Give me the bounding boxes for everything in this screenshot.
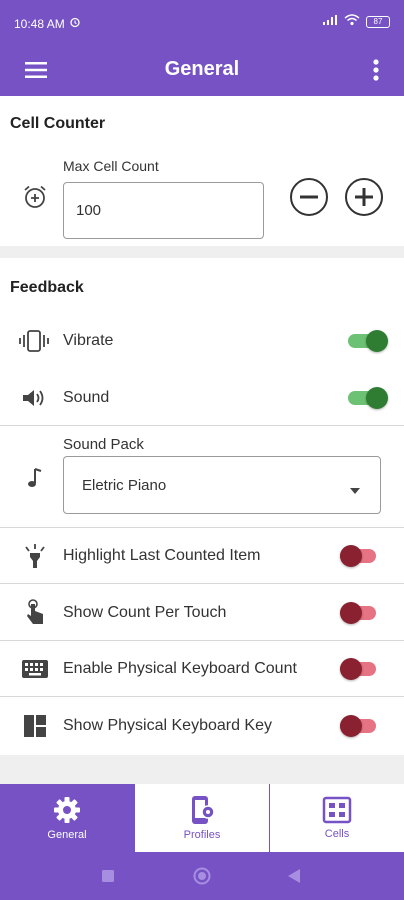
increment-button[interactable]: [345, 178, 383, 216]
highlight-label: Highlight Last Counted Item: [63, 547, 261, 564]
max-cell-count-value: 100: [76, 202, 102, 219]
keyboard-key-label: Show Physical Keyboard Key: [63, 717, 272, 734]
cell-counter-section-title: Cell Counter: [10, 115, 106, 132]
divider: [0, 696, 404, 697]
keyboard-key-toggle[interactable]: [340, 715, 380, 737]
recents-button[interactable]: [100, 868, 116, 884]
keyboard-count-toggle[interactable]: [340, 658, 380, 680]
nav-general[interactable]: General: [0, 784, 134, 852]
plus-icon: [355, 188, 373, 206]
vibrate-toggle[interactable]: [348, 330, 388, 352]
signal-icon: [322, 14, 338, 29]
section-separator: [0, 755, 404, 784]
divider: [0, 583, 404, 584]
decrement-button[interactable]: [290, 178, 328, 216]
sound-pack-label: Sound Pack: [63, 436, 144, 453]
keyboard-count-label: Enable Physical Keyboard Count: [63, 660, 297, 677]
minus-icon: [300, 195, 318, 199]
nav-profiles[interactable]: Profiles: [135, 784, 269, 852]
page-title: General: [164, 58, 240, 80]
status-time: 10:48 AM: [14, 16, 65, 31]
vibrate-icon: [18, 328, 50, 354]
volume-icon: [20, 386, 48, 410]
vibrate-label: Vibrate: [63, 332, 114, 349]
highlight-icon: [22, 542, 48, 570]
divider: [0, 527, 404, 528]
back-button[interactable]: [286, 868, 302, 884]
wifi-icon: [344, 14, 360, 29]
nav-cells-label: Cells: [324, 828, 350, 840]
highlight-toggle[interactable]: [340, 545, 380, 567]
more-options-button[interactable]: [368, 54, 384, 86]
count-per-touch-label: Show Count Per Touch: [63, 604, 227, 621]
feedback-section-title: Feedback: [10, 279, 84, 296]
battery-level: 87: [373, 16, 383, 26]
chevron-down-icon: [350, 481, 360, 498]
sound-toggle[interactable]: [348, 387, 388, 409]
gear-icon: [54, 797, 80, 823]
more-vert-icon: [373, 59, 379, 81]
grid-icon: [322, 796, 352, 824]
battery-icon: 87: [366, 15, 390, 28]
alarm-status-icon: [69, 16, 81, 31]
back-triangle-icon: [288, 869, 300, 883]
divider: [0, 425, 404, 426]
system-navigation-bar: [0, 852, 404, 900]
phone-settings-icon: [192, 796, 215, 824]
sound-pack-dropdown[interactable]: Eletric Piano: [63, 456, 381, 514]
nav-general-label: General: [47, 829, 87, 841]
nav-profiles-label: Profiles: [183, 829, 221, 841]
sound-pack-value: Eletric Piano: [82, 476, 167, 494]
max-cell-count-label: Max Cell Count: [63, 158, 159, 174]
sound-label: Sound: [63, 389, 110, 406]
max-cell-count-input[interactable]: 100: [63, 182, 264, 239]
section-separator: [0, 246, 404, 258]
home-button[interactable]: [192, 866, 212, 886]
square-icon: [102, 870, 114, 882]
music-note-icon: [24, 466, 46, 490]
divider: [0, 640, 404, 641]
dashboard-icon: [22, 713, 48, 739]
app-bar: General: [0, 44, 404, 96]
touch-app-icon: [22, 598, 48, 626]
bottom-navigation: General Profiles Cells: [0, 784, 404, 852]
circle-icon: [193, 867, 211, 885]
alarm-add-icon: [20, 182, 50, 212]
status-bar: 10:48 AM 87: [0, 0, 404, 44]
keyboard-icon: [20, 658, 50, 680]
count-per-touch-toggle[interactable]: [340, 602, 380, 624]
nav-cells[interactable]: Cells: [270, 784, 404, 852]
